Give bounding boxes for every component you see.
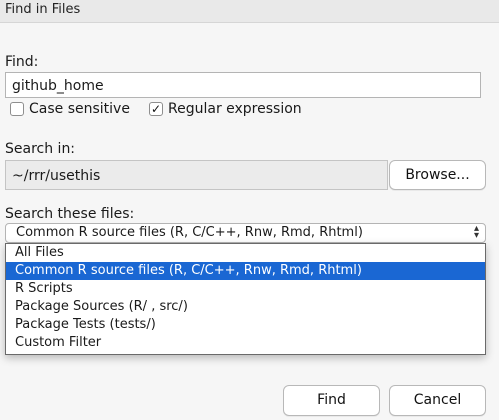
option-package-tests[interactable]: Package Tests (tests/) — [6, 316, 485, 334]
case-sensitive-label: Case sensitive — [29, 101, 130, 117]
file-type-selected-value: Common R source files (R, C/C++, Rnw, Rm… — [16, 225, 363, 240]
regular-expression-label: Regular expression — [168, 101, 302, 117]
regular-expression-checkbox[interactable]: ✓ Regular expression — [149, 101, 302, 117]
case-sensitive-checkbox[interactable]: Case sensitive — [10, 101, 130, 117]
select-arrows-icon: ▴ ▾ — [473, 223, 479, 241]
file-type-select[interactable]: Common R source files (R, C/C++, Rnw, Rm… — [5, 223, 486, 243]
option-r-scripts[interactable]: R Scripts — [6, 280, 485, 298]
option-custom-filter[interactable]: Custom Filter — [6, 334, 485, 352]
option-common-r-source[interactable]: Common R source files (R, C/C++, Rnw, Rm… — [6, 262, 485, 280]
search-in-field: ~/rrr/usethis — [5, 160, 388, 190]
find-input[interactable]: github_home — [5, 72, 481, 98]
option-all-files[interactable]: All Files — [6, 244, 485, 262]
file-type-dropdown: All Files Common R source files (R, C/C+… — [5, 243, 486, 355]
search-in-label: Search in: — [5, 141, 76, 157]
cancel-button[interactable]: Cancel — [389, 385, 486, 416]
window-title: Find in Files — [5, 2, 81, 17]
browse-button[interactable]: Browse... — [389, 160, 486, 190]
find-button[interactable]: Find — [283, 385, 380, 416]
option-package-sources[interactable]: Package Sources (R/ , src/) — [6, 298, 485, 316]
checkmark-icon[interactable]: ✓ — [149, 102, 163, 116]
case-sensitive-box[interactable] — [10, 102, 24, 116]
title-bar: Find in Files — [0, 0, 499, 23]
search-files-label: Search these files: — [5, 206, 135, 222]
find-label: Find: — [5, 54, 39, 70]
